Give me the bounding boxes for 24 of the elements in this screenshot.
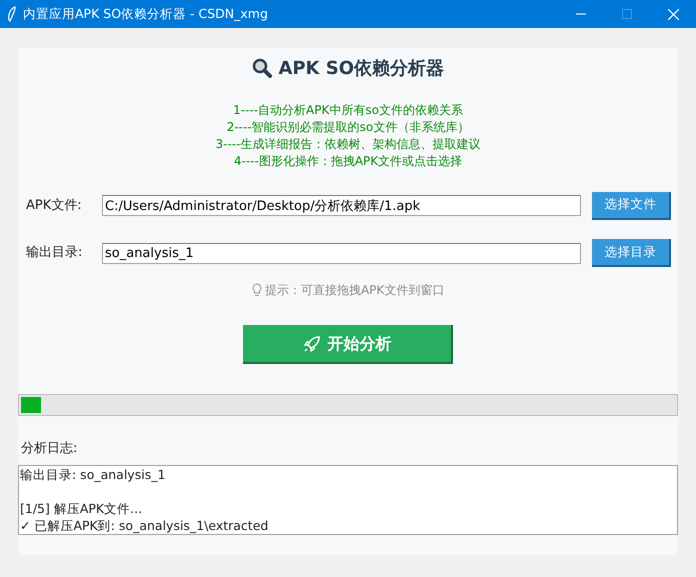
- feature-line: 2----智能识别必需提取的so文件（非系统库）: [226, 118, 470, 136]
- feature-line: 3----生成详细报告：依赖树、架构信息、提取建议: [216, 136, 480, 152]
- close-icon: [668, 8, 678, 20]
- field-label: APK文件:: [26, 196, 83, 215]
- app-heading: APK SO依赖分析器: [278, 56, 444, 80]
- feature-line: 1----自动分析APK中所有so文件的依赖关系: [233, 102, 463, 118]
- browse-button[interactable]: 选择文件: [592, 192, 671, 220]
- feather-icon: [6, 6, 16, 22]
- path-field[interactable]: so_analysis_1: [102, 242, 581, 264]
- start-analysis-button[interactable]: 开始分析: [243, 325, 453, 364]
- browse-button[interactable]: 选择目录: [592, 239, 671, 267]
- log-line: 输出目录: so_analysis_1: [20, 466, 166, 482]
- feature-line: 4----图形化操作：拖拽APK文件或点击选择: [234, 152, 462, 170]
- magnifier-icon: [252, 58, 272, 78]
- log-line: ✓ 已解压APK到: so_analysis_1\extracted: [20, 516, 270, 534]
- field-label: 输出目录:: [26, 244, 84, 262]
- path-field[interactable]: C:/Users/Administrator/Desktop/分析依赖库/1.apk: [102, 195, 581, 216]
- log-label: 分析日志:: [21, 440, 78, 458]
- maximize-icon: [622, 9, 632, 19]
- window-title: 内置应用APK SO依赖分析器 - CSDN_xmg: [23, 4, 269, 23]
- log-line: [1/5] 解压APK文件...: [20, 500, 144, 516]
- hint-text: 提示：可直接拖拽APK文件到窗口: [264, 282, 444, 299]
- lightbulb-icon: [252, 283, 262, 297]
- rocket-icon: [302, 334, 321, 352]
